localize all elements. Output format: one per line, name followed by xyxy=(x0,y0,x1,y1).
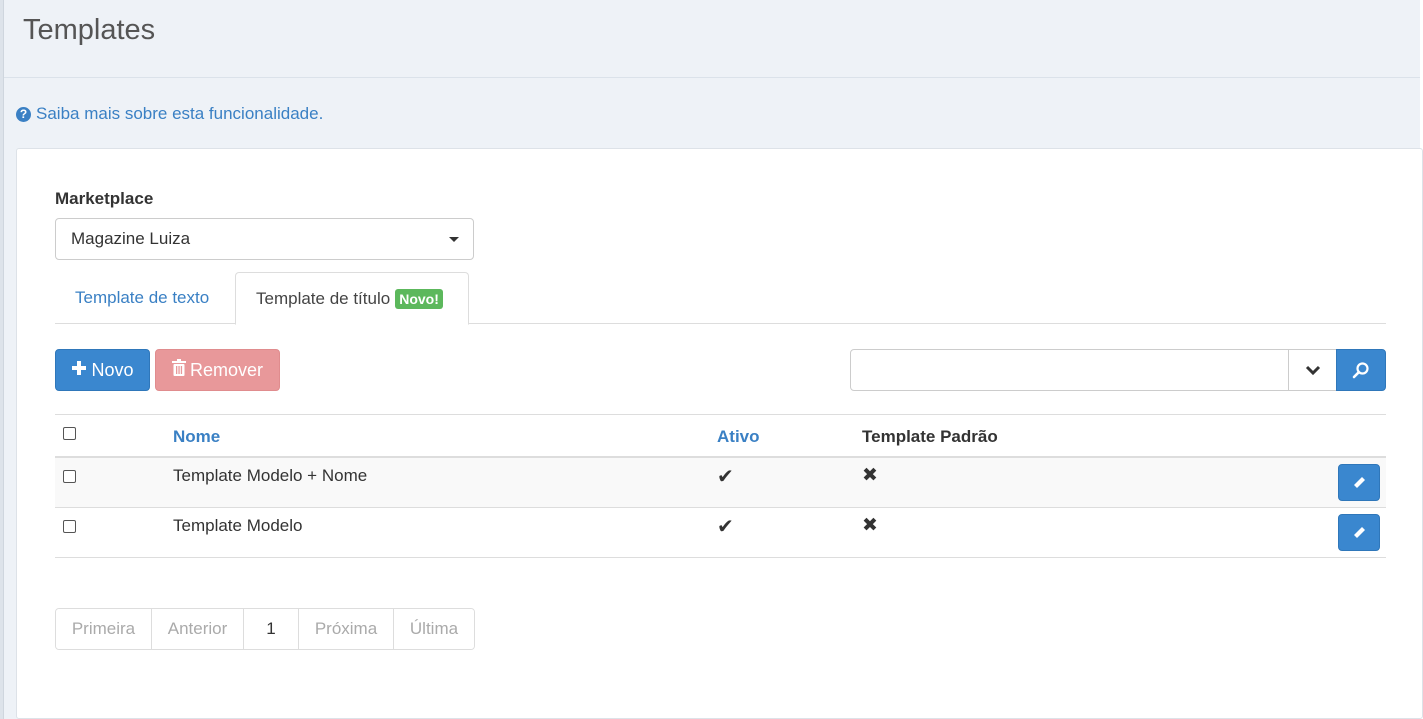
new-badge: Novo! xyxy=(395,288,443,309)
check-icon: ✔ xyxy=(717,516,734,538)
select-all-checkbox[interactable] xyxy=(63,427,76,440)
row-name: Template Modelo xyxy=(173,516,303,535)
pagination-previous[interactable]: Anterior xyxy=(152,609,244,649)
pagination-current-page[interactable]: 1 xyxy=(244,609,299,649)
question-circle-icon: ? xyxy=(16,106,31,122)
table-row: Template Modelo + Nome ✔ ✖ xyxy=(55,458,1386,508)
search-input[interactable] xyxy=(850,349,1290,391)
window-left-edge xyxy=(0,0,4,719)
template-tabs: Template de texto Template de título Nov… xyxy=(55,272,1386,325)
tab-template-texto-label: Template de texto xyxy=(75,288,210,307)
column-header-ativo[interactable]: Ativo xyxy=(717,427,760,447)
remove-button[interactable]: Remover xyxy=(155,349,280,391)
trash-icon xyxy=(171,359,186,381)
help-link[interactable]: ? Saiba mais sobre esta funcionalidade. xyxy=(16,104,323,124)
search-icon xyxy=(1352,362,1369,379)
templates-panel: Marketplace Magazine Luiza Template de t… xyxy=(16,148,1423,719)
pagination: Primeira Anterior 1 Próxima Última xyxy=(55,608,475,650)
check-icon: ✔ xyxy=(717,466,734,488)
edit-button[interactable] xyxy=(1338,514,1380,551)
marketplace-label: Marketplace xyxy=(55,189,154,208)
row-name: Template Modelo + Nome xyxy=(173,466,368,485)
search-button[interactable] xyxy=(1336,349,1386,391)
table-header: Nome Ativo Template Padrão xyxy=(55,414,1386,458)
plus-icon xyxy=(71,360,87,381)
page-header: Templates xyxy=(4,0,1420,78)
page-title: Templates xyxy=(23,14,156,46)
pagination-next[interactable]: Próxima xyxy=(299,609,394,649)
caret-down-icon xyxy=(449,237,459,242)
help-link-text: Saiba mais sobre esta funcionalidade. xyxy=(36,104,324,123)
pencil-icon xyxy=(1354,526,1365,538)
new-button[interactable]: Novo xyxy=(55,349,150,391)
tab-template-titulo[interactable]: Template de título Novo! xyxy=(235,272,469,325)
chevron-down-icon xyxy=(1305,365,1320,376)
table-row: Template Modelo ✔ ✖ xyxy=(55,508,1386,558)
pagination-last[interactable]: Última xyxy=(394,609,474,649)
pencil-icon xyxy=(1354,476,1365,488)
x-icon: ✖ xyxy=(862,515,878,536)
tab-template-texto[interactable]: Template de texto xyxy=(55,272,235,324)
row-checkbox[interactable] xyxy=(63,520,76,533)
marketplace-select-value: Magazine Luiza xyxy=(71,229,191,248)
remove-button-label: Remover xyxy=(189,359,264,380)
x-icon: ✖ xyxy=(862,465,878,486)
search-options-toggle[interactable] xyxy=(1288,349,1337,391)
edit-button[interactable] xyxy=(1338,464,1380,501)
column-header-template-padrao: Template Padrão xyxy=(862,427,998,446)
new-button-label: Novo xyxy=(91,359,134,380)
column-header-nome[interactable]: Nome xyxy=(173,427,220,447)
tab-template-titulo-label: Template de título xyxy=(256,288,391,308)
pagination-first[interactable]: Primeira xyxy=(56,609,152,649)
marketplace-select[interactable]: Magazine Luiza xyxy=(55,218,474,260)
row-checkbox[interactable] xyxy=(63,470,76,483)
